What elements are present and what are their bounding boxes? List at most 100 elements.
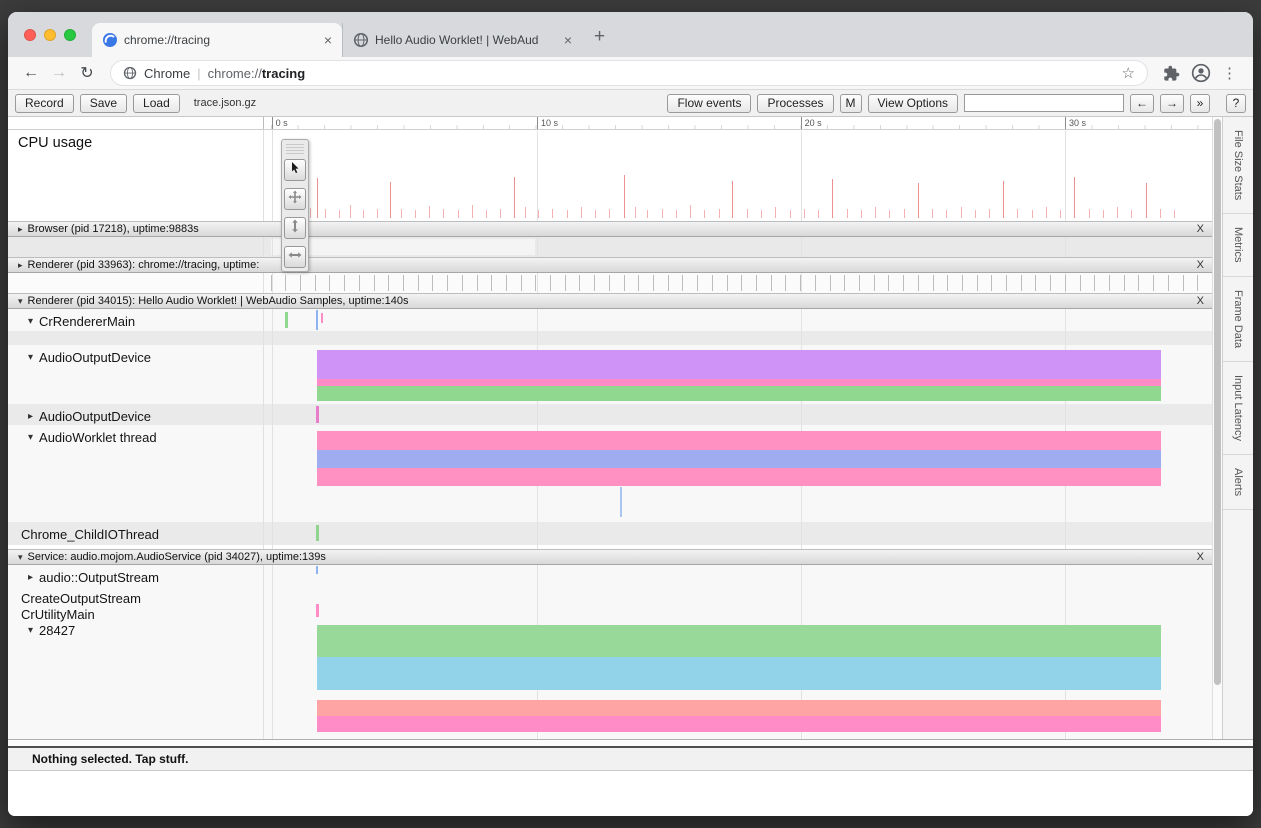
thread-track-row[interactable]: ▾AudioWorklet thread bbox=[8, 425, 1212, 522]
expand-arrow-icon[interactable]: ▸ bbox=[28, 409, 33, 424]
trace-event-mark[interactable] bbox=[316, 566, 318, 574]
tab-chrome-tracing[interactable]: chrome://tracing × bbox=[92, 23, 342, 57]
find-input[interactable] bbox=[964, 94, 1124, 112]
timing-tool-button[interactable] bbox=[284, 246, 306, 268]
processes-button[interactable]: Processes bbox=[757, 94, 833, 113]
thread-label[interactable]: CreateOutputStream bbox=[8, 591, 141, 606]
cpu-spike bbox=[415, 210, 416, 218]
trace-event-mark[interactable] bbox=[316, 310, 318, 330]
expand-arrow-icon[interactable]: ▸ bbox=[18, 224, 23, 235]
close-track-button[interactable]: X bbox=[1197, 551, 1204, 563]
process-header[interactable]: ▾Service: audio.mojom.AudioService (pid … bbox=[8, 549, 1212, 565]
new-tab-button[interactable]: + bbox=[594, 26, 605, 48]
save-button[interactable]: Save bbox=[80, 94, 127, 113]
trace-slice[interactable] bbox=[317, 657, 1161, 690]
zoom-window-button[interactable] bbox=[64, 29, 76, 41]
collapse-arrow-icon[interactable]: ▾ bbox=[28, 314, 33, 329]
collapse-arrow-icon[interactable]: ▾ bbox=[28, 623, 33, 638]
select-tool-button[interactable] bbox=[284, 159, 306, 181]
thread-track-row[interactable]: ▸audio::OutputStream bbox=[8, 565, 1212, 586]
thread-label[interactable]: ▾AudioOutputDevice bbox=[8, 350, 151, 365]
collapse-arrow-icon[interactable]: ▾ bbox=[28, 350, 33, 365]
thread-label[interactable]: ▸audio::OutputStream bbox=[8, 570, 159, 585]
close-window-button[interactable] bbox=[24, 29, 36, 41]
help-button[interactable]: ? bbox=[1226, 94, 1246, 113]
browser-menu-icon[interactable]: ⋮ bbox=[1216, 64, 1243, 82]
profile-avatar[interactable] bbox=[1187, 63, 1214, 83]
trace-event-mark[interactable] bbox=[316, 525, 319, 541]
bookmark-star-icon[interactable]: ☆ bbox=[1122, 64, 1135, 82]
collapse-arrow-icon[interactable]: ▾ bbox=[28, 430, 33, 445]
zoom-vertical-tool-button[interactable] bbox=[284, 217, 306, 239]
thread-track-row[interactable]: ▾28427 bbox=[8, 618, 1212, 739]
tab-hello-audio-worklet[interactable]: Hello Audio Worklet! | WebAud × bbox=[342, 23, 582, 57]
thread-track-row[interactable]: CreateOutputStream bbox=[8, 586, 1212, 602]
more-button[interactable]: » bbox=[1190, 94, 1210, 113]
splitter-bar[interactable] bbox=[8, 740, 1253, 748]
find-previous-button[interactable]: ← bbox=[1130, 94, 1154, 113]
thread-label[interactable]: ▾AudioWorklet thread bbox=[8, 430, 157, 445]
collapse-arrow-icon[interactable]: ▾ bbox=[18, 552, 23, 563]
close-track-button[interactable]: X bbox=[1197, 223, 1204, 235]
trace-event-mark[interactable] bbox=[316, 406, 319, 423]
palette-grip-handle[interactable] bbox=[286, 143, 304, 154]
side-tab-input-latency[interactable]: Input Latency bbox=[1223, 362, 1253, 455]
side-tab-metrics[interactable]: Metrics bbox=[1223, 214, 1253, 276]
trace-slice[interactable] bbox=[317, 716, 1161, 732]
thread-track-row[interactable]: CrUtilityMain bbox=[8, 602, 1212, 618]
thread-track-row[interactable]: ▾CrRendererMain bbox=[8, 309, 1212, 331]
side-tab-file-size-stats[interactable]: File Size Stats bbox=[1223, 117, 1253, 214]
process-header[interactable]: ▸Browser (pid 17218), uptime:9883sX bbox=[8, 221, 1212, 237]
close-track-button[interactable]: X bbox=[1197, 295, 1204, 307]
back-button[interactable]: ← bbox=[18, 64, 44, 82]
collapse-arrow-icon[interactable]: ▾ bbox=[18, 296, 23, 307]
view-options-button[interactable]: View Options bbox=[868, 94, 958, 113]
trace-event-mark[interactable] bbox=[321, 313, 323, 323]
trace-slice[interactable] bbox=[317, 379, 1161, 386]
thread-label[interactable]: ▾28427 bbox=[8, 623, 75, 638]
trace-slice[interactable] bbox=[317, 350, 1161, 379]
cpu-spike bbox=[1146, 183, 1147, 218]
vertical-scrollbar[interactable] bbox=[1212, 117, 1222, 739]
trace-slice[interactable] bbox=[317, 450, 1161, 468]
record-button[interactable]: Record bbox=[15, 94, 74, 113]
thread-label[interactable]: CrUtilityMain bbox=[8, 607, 95, 622]
event-tick bbox=[315, 275, 316, 291]
metrics-button[interactable]: M bbox=[840, 94, 862, 113]
minimize-window-button[interactable] bbox=[44, 29, 56, 41]
trace-slice[interactable] bbox=[317, 625, 1161, 657]
pan-tool-button[interactable] bbox=[284, 188, 306, 210]
trace-event-mark[interactable] bbox=[285, 312, 288, 328]
reload-button[interactable]: ↻ bbox=[74, 63, 100, 83]
process-header[interactable]: ▾Renderer (pid 34015): Hello Audio Workl… bbox=[8, 293, 1212, 309]
thread-label[interactable]: Chrome_ChildIOThread bbox=[8, 527, 159, 542]
expand-arrow-icon[interactable]: ▸ bbox=[18, 260, 23, 271]
extensions-puzzle-icon[interactable] bbox=[1158, 65, 1185, 82]
find-next-button[interactable]: → bbox=[1160, 94, 1184, 113]
forward-button[interactable]: → bbox=[46, 64, 72, 82]
process-header[interactable]: ▸Renderer (pid 33963): chrome://tracing,… bbox=[8, 257, 1212, 273]
load-button[interactable]: Load bbox=[133, 94, 180, 113]
close-track-button[interactable]: X bbox=[1197, 259, 1204, 271]
trace-slice[interactable] bbox=[317, 386, 1161, 401]
tracks-area[interactable]: 0 s10 s20 s30 s CPU usage▸Browser (pid 1… bbox=[8, 117, 1212, 739]
address-bar[interactable]: Chrome | chrome://tracing ☆ bbox=[110, 60, 1148, 86]
trace-slice[interactable] bbox=[317, 700, 1161, 716]
thread-label[interactable]: ▸AudioOutputDevice bbox=[8, 409, 151, 424]
site-info-globe-icon[interactable] bbox=[123, 66, 137, 80]
trace-event-mark[interactable] bbox=[620, 487, 622, 517]
trace-event-mark[interactable] bbox=[316, 604, 319, 617]
side-tab-alerts[interactable]: Alerts bbox=[1223, 455, 1253, 510]
trace-slice[interactable] bbox=[317, 431, 1161, 450]
thread-track-row[interactable]: ▾AudioOutputDevice bbox=[8, 345, 1212, 404]
thread-label[interactable]: ▾CrRendererMain bbox=[8, 314, 135, 329]
side-tab-frame-data[interactable]: Frame Data bbox=[1223, 277, 1253, 362]
tab-close-icon[interactable]: × bbox=[562, 32, 574, 48]
flow-events-button[interactable]: Flow events bbox=[667, 94, 751, 113]
expand-arrow-icon[interactable]: ▸ bbox=[28, 570, 33, 585]
thread-track-row[interactable]: ▸AudioOutputDevice bbox=[8, 404, 1212, 425]
trace-slice[interactable] bbox=[317, 468, 1161, 486]
tab-close-icon[interactable]: × bbox=[322, 32, 334, 48]
thread-track-row[interactable]: Chrome_ChildIOThread bbox=[8, 522, 1212, 545]
scrollbar-thumb[interactable] bbox=[1214, 119, 1221, 685]
